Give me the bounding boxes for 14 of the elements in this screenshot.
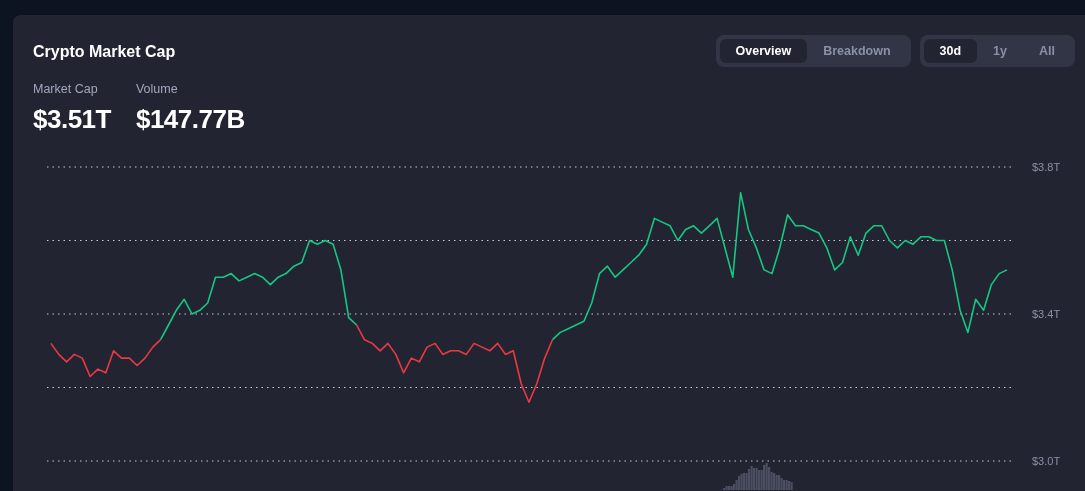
- tab[interactable]: Breakdown: [807, 39, 907, 63]
- volume-bars-drawing: [723, 463, 793, 490]
- axis-label: $3.4T: [1032, 308, 1061, 320]
- stat-label: Volume: [135, 82, 179, 96]
- axis-label: $3.8T: [1032, 161, 1061, 173]
- stat-value: $3.51T: [33, 104, 111, 135]
- axis-label: $3.0T: [1032, 455, 1061, 467]
- tab[interactable]: All: [1023, 39, 1071, 63]
- tab[interactable]: Overview: [719, 39, 808, 63]
- stat-value: $147.77B: [135, 104, 245, 135]
- tab[interactable]: 1y: [977, 39, 1023, 63]
- card-title: Crypto Market Cap: [33, 43, 176, 62]
- stat-label: Market Cap: [33, 82, 99, 96]
- tab[interactable]: 30d: [923, 39, 978, 63]
